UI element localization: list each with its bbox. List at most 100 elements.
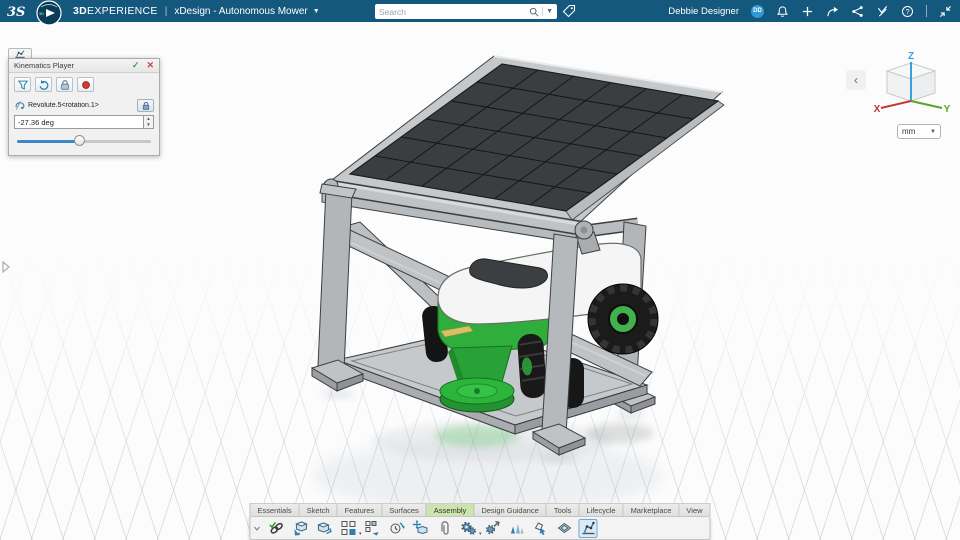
filter-mechanisms-button[interactable] [14, 77, 31, 92]
axis-y-label: Y [944, 104, 951, 115]
record-icon [81, 80, 90, 89]
dropdown-caret-icon[interactable]: ▾ [479, 531, 482, 537]
filter-icon [17, 80, 28, 90]
joint-lock-button[interactable] [137, 99, 154, 112]
3ds-logo: 3S [7, 5, 25, 20]
tab-assembly[interactable]: Assembly [426, 503, 475, 516]
kinematics-player-icon [581, 521, 595, 535]
joint-label: Revolute.5<rotation.1> [28, 102, 99, 109]
pattern-icon [340, 521, 355, 535]
tab-view[interactable]: View [679, 503, 711, 516]
units-dropdown[interactable]: mm ▼ [897, 124, 941, 139]
tab-marketplace[interactable]: Marketplace [623, 503, 680, 516]
previous-view-button[interactable]: ‹ [846, 70, 866, 90]
action-bar-tools: ▾ ▾ [249, 516, 711, 540]
minimize-icon[interactable] [939, 5, 952, 18]
new-component-icon [316, 522, 332, 535]
kinematics-icon [15, 49, 25, 58]
3dexperience-compass[interactable]: 3D [34, 0, 64, 30]
tab-design-guidance[interactable]: Design Guidance [474, 503, 547, 516]
3d-viewport[interactable]: ‹ Z X Y mm ▼ Kinematics Player ✓ ✕ Revol… [0, 0, 960, 540]
action-bar: Essentials Sketch Features Surfaces Asse… [249, 503, 711, 540]
units-value: mm [902, 127, 916, 136]
tool-kinematics-player[interactable] [578, 518, 598, 538]
angle-input[interactable] [14, 115, 143, 129]
reset-positions-icon [389, 522, 404, 534]
tool-reset-positions[interactable] [386, 519, 405, 538]
tool-attach-component[interactable] [434, 519, 453, 538]
reset-icon [39, 79, 48, 90]
topbar-separator [926, 5, 927, 17]
tab-lifecycle[interactable]: Lifecycle [579, 503, 624, 516]
svg-text:3D: 3D [39, 12, 44, 16]
tool-move-component[interactable] [410, 519, 429, 538]
search-divider [542, 7, 544, 16]
add-icon[interactable] [801, 5, 814, 18]
lock-icon [60, 79, 69, 90]
tab-features[interactable]: Features [337, 503, 383, 516]
tool-mate[interactable] [266, 519, 285, 538]
confirm-icon[interactable]: ✓ [132, 60, 140, 71]
slider-handle[interactable] [73, 135, 85, 146]
3dswym-icon[interactable] [876, 5, 889, 18]
brand-title: 3DEXPERIENCE [73, 5, 158, 17]
lock-icon [142, 101, 149, 110]
frame-icon [557, 522, 571, 534]
tool-new-component[interactable] [314, 519, 333, 538]
drag-mechanism-icon [534, 522, 545, 536]
tab-essentials[interactable]: Essentials [249, 503, 300, 516]
brand-divider: | [164, 5, 168, 17]
close-icon[interactable]: ✕ [146, 60, 154, 71]
search-icon[interactable] [529, 7, 539, 17]
tag-button[interactable] [562, 4, 576, 18]
app-title-chevron-icon[interactable]: ▼ [313, 8, 320, 15]
share-icon[interactable] [826, 5, 839, 18]
gears-icon [460, 521, 476, 535]
chevron-down-icon: ▼ [930, 128, 936, 135]
collapse-action-bar-chevron[interactable] [252, 519, 261, 537]
tool-frame-generator[interactable] [554, 519, 573, 538]
top-bar: 3S 3D 3DEXPERIENCE | xDesign - Autonomou… [0, 0, 960, 26]
mate-icon [268, 522, 283, 534]
angle-stepper[interactable]: ▲ ▼ [143, 115, 154, 129]
tool-mechanisms[interactable]: ▾ [458, 519, 481, 538]
expand-tree-arrow[interactable] [1, 260, 11, 279]
user-avatar[interactable]: DD [751, 4, 764, 18]
tool-pattern-options[interactable] [362, 519, 381, 538]
kinematics-player-panel-tab[interactable] [8, 48, 32, 58]
tab-sketch[interactable]: Sketch [299, 503, 338, 516]
tool-insert-component[interactable] [290, 519, 309, 538]
joint-row[interactable]: Revolute.5<rotation.1> [14, 98, 154, 113]
user-name[interactable]: Debbie Designer [668, 6, 739, 17]
collaborate-icon[interactable] [851, 5, 864, 18]
lock-joints-button[interactable] [56, 77, 73, 92]
tool-engineering-connections[interactable] [482, 519, 501, 538]
pattern-options-icon [364, 521, 378, 536]
help-icon[interactable]: ? [901, 5, 914, 18]
axis-z-label: Z [908, 51, 914, 62]
paperclip-icon [440, 521, 449, 535]
search-box[interactable]: ▼ [375, 4, 557, 19]
svg-text:3S: 3S [7, 5, 25, 20]
revolute-joint-icon [15, 101, 25, 110]
search-options-chevron-icon[interactable]: ▼ [546, 8, 553, 15]
dropdown-caret-icon[interactable]: ▾ [359, 531, 362, 537]
slider-fill [17, 140, 79, 143]
move-component-icon [411, 520, 427, 535]
axis-x-label: X [874, 104, 881, 115]
tool-exploded-view[interactable] [506, 519, 525, 538]
exploded-view-icon [510, 524, 523, 534]
tool-drag-mechanism[interactable] [530, 519, 549, 538]
view-cube[interactable]: Z X Y [872, 50, 952, 122]
tab-surfaces[interactable]: Surfaces [382, 503, 427, 516]
record-simulation-button[interactable] [77, 77, 94, 92]
reset-positions-button[interactable] [35, 77, 52, 92]
tool-component-pattern[interactable]: ▾ [338, 519, 361, 538]
kinematics-player-panel: Kinematics Player ✓ ✕ Revolute.5<rotatio… [8, 48, 160, 156]
insert-component-icon [293, 521, 308, 536]
panel-title: Kinematics Player [14, 61, 75, 70]
search-input[interactable] [379, 6, 530, 17]
notifications-bell-icon[interactable] [776, 5, 789, 18]
angle-slider[interactable] [17, 132, 151, 150]
tab-tools[interactable]: Tools [546, 503, 580, 516]
